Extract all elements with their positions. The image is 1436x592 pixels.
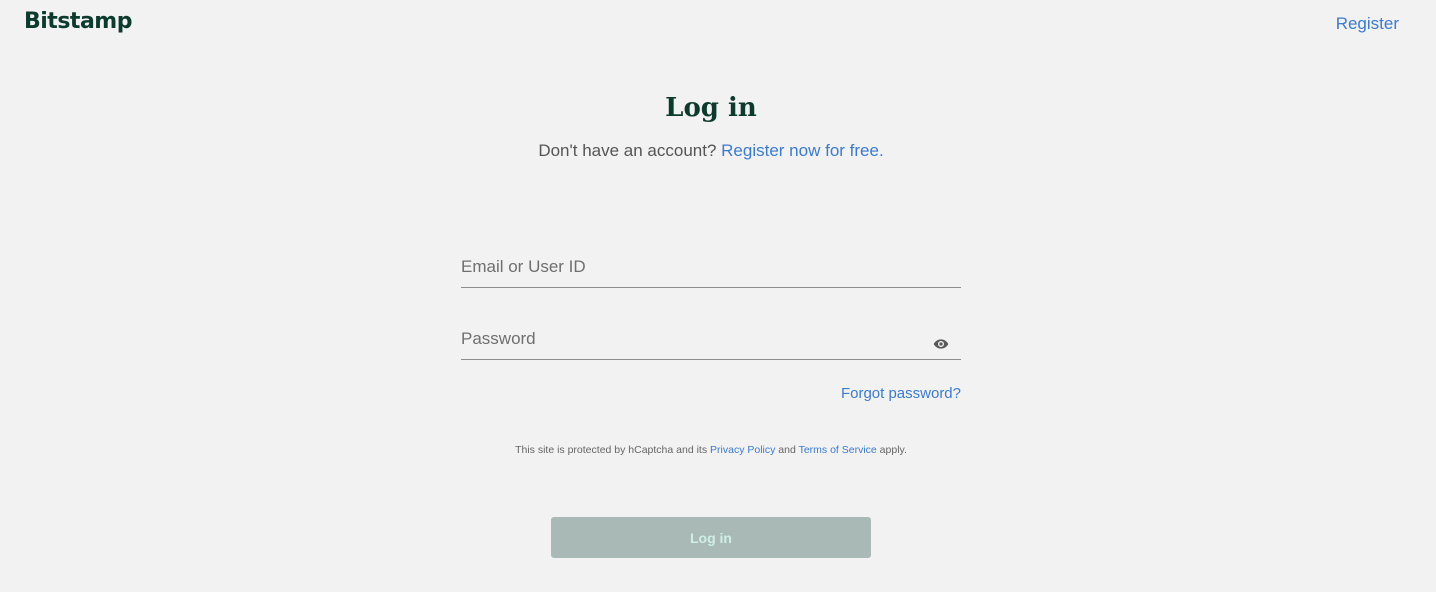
email-field-container bbox=[461, 252, 961, 288]
email-input[interactable] bbox=[461, 252, 961, 287]
password-field-container bbox=[461, 324, 961, 360]
eye-icon[interactable] bbox=[933, 336, 949, 352]
privacy-policy-link[interactable]: Privacy Policy bbox=[710, 444, 775, 456]
header: Bitstamp Register bbox=[0, 0, 1436, 48]
subtitle: Don't have an account? Register now for … bbox=[0, 141, 1422, 161]
password-input[interactable] bbox=[461, 324, 961, 359]
forgot-password-link[interactable]: Forgot password? bbox=[461, 385, 961, 402]
register-now-link[interactable]: Register now for free. bbox=[721, 141, 884, 160]
register-link[interactable]: Register bbox=[1336, 14, 1399, 34]
subtitle-text: Don't have an account? bbox=[538, 141, 717, 160]
terms-of-service-link[interactable]: Terms of Service bbox=[799, 444, 877, 456]
login-button[interactable]: Log in bbox=[551, 517, 871, 558]
page-title: Log in bbox=[665, 93, 757, 123]
captcha-notice: This site is protected by hCaptcha and i… bbox=[0, 444, 1422, 456]
captcha-suffix: apply. bbox=[879, 444, 907, 456]
captcha-and: and bbox=[778, 444, 796, 456]
captcha-prefix: This site is protected by hCaptcha and i… bbox=[515, 444, 708, 456]
bitstamp-logo[interactable]: Bitstamp bbox=[24, 9, 132, 34]
